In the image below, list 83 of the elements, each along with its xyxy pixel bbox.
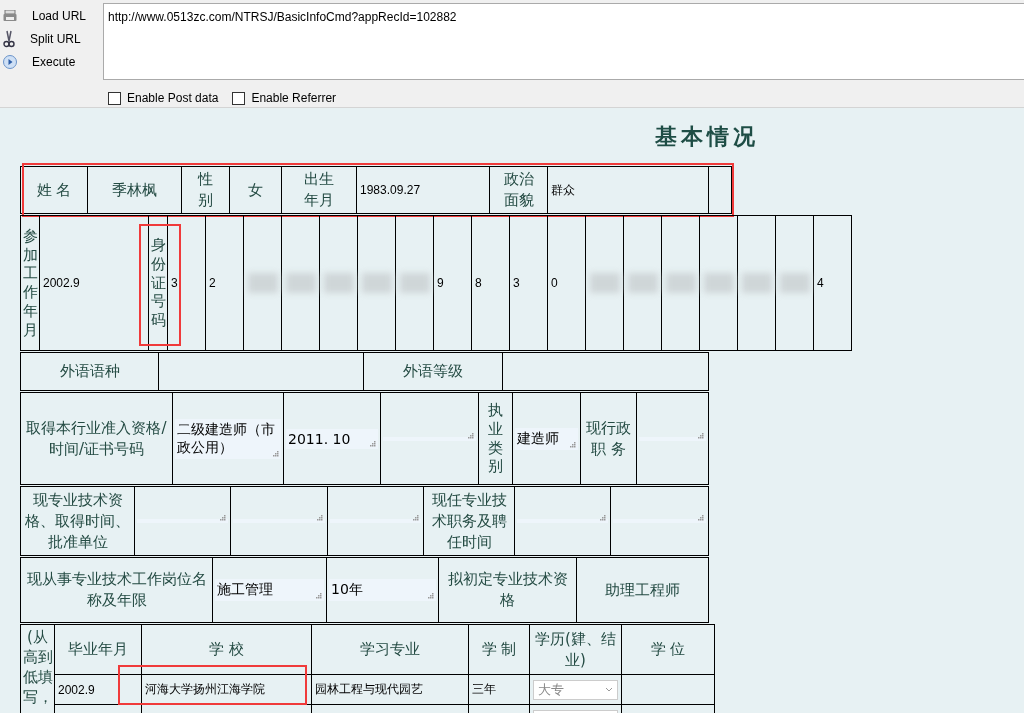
checkbox-label[interactable]: Enable Post data <box>127 91 219 105</box>
column-header: 毕业年月 <box>67 639 129 660</box>
form-label: 外语语种 <box>58 361 121 382</box>
column-header: 学历(肄、结业) <box>534 628 617 671</box>
text-area-field[interactable]: 建造师 <box>515 427 578 450</box>
resize-grip-icon[interactable] <box>316 514 323 521</box>
form-label: 现任专业技术职务及聘任时间 <box>430 489 508 553</box>
form-label: 季林枫 <box>111 179 158 201</box>
form-value: 园林工程与现代园艺 <box>314 681 424 698</box>
id-digit: 4 <box>816 276 825 290</box>
form-value: 三年 <box>471 681 497 698</box>
redaction-blur <box>323 273 354 293</box>
redaction-blur <box>665 273 696 293</box>
form-label: 姓 名 <box>35 179 73 201</box>
column-header: 学习专业 <box>359 639 421 660</box>
id-digit: 8 <box>474 276 483 290</box>
column-header: 学 制 <box>480 639 518 660</box>
page-title: 基本情况 <box>655 123 759 151</box>
resize-grip-icon[interactable] <box>467 431 474 439</box>
scissors-icon <box>3 30 15 48</box>
form-label: 现从事专业技术工作岗位名称及年限 <box>25 569 208 611</box>
id-digit: 3 <box>170 276 179 290</box>
text-area-field[interactable]: 10年 <box>329 579 436 601</box>
form-value: 1983.09.27 <box>359 183 422 197</box>
url-field[interactable]: http://www.0513zc.com/NTRSJ/BasicInfoCmd?appRecId=102882 <box>103 3 1024 80</box>
resize-grip-icon[interactable] <box>569 440 576 448</box>
checkbox-label[interactable]: Enable Referrer <box>251 91 337 105</box>
toolbar-button[interactable]: Load URL <box>0 6 87 26</box>
form-label: 现专业技术资格、取得时间、批准单位 <box>24 489 131 553</box>
redaction-blur <box>741 273 772 293</box>
id-digit: 9 <box>436 276 445 290</box>
form-label: 性别 <box>196 169 214 211</box>
form-label: 政治面貌 <box>502 169 535 211</box>
id-digit: 0 <box>550 276 559 290</box>
printer-icon <box>3 10 17 22</box>
redaction-blur <box>627 273 658 293</box>
column-header: 学 位 <box>649 639 687 660</box>
form-label: 女 <box>247 179 264 201</box>
toolbar-button[interactable]: Execute <box>0 52 76 72</box>
text-area-field[interactable]: 施工管理 <box>215 579 324 601</box>
resize-grip-icon[interactable] <box>272 449 279 457</box>
resize-grip-icon[interactable] <box>697 514 704 521</box>
text-area-field[interactable]: 2011. 10 <box>286 428 378 449</box>
resize-grip-icon[interactable] <box>599 514 606 521</box>
redaction-blur <box>399 273 430 293</box>
form-label: 出生年月 <box>303 169 335 211</box>
toolbar-button[interactable]: Split URL <box>0 29 81 49</box>
form-label: 外语等级 <box>402 361 464 382</box>
form-label: 助理工程师 <box>604 579 681 601</box>
form-value: 2002.9 <box>57 682 96 697</box>
redaction-blur <box>247 273 278 293</box>
chevron-down-icon <box>605 687 613 692</box>
text-area-field[interactable] <box>639 436 706 441</box>
form-label: 现行政职 务 <box>585 417 632 460</box>
column-header: 学 校 <box>208 639 245 660</box>
form-label: 取得本行业准入资格/时间/证书号码 <box>25 417 168 460</box>
id-digit: 2 <box>208 276 217 290</box>
redaction-blur <box>361 273 392 293</box>
id-digit: 3 <box>512 276 521 290</box>
resize-grip-icon[interactable] <box>369 439 376 447</box>
resize-grip-icon[interactable] <box>697 431 704 439</box>
form-label: (从高到低填写， <box>22 627 53 707</box>
dropdown-field[interactable]: 大专 <box>533 679 618 700</box>
checkbox[interactable] <box>108 91 121 105</box>
text-area-field[interactable] <box>383 436 476 441</box>
text-area-field[interactable]: 二级建造师（市政公用） <box>175 418 281 459</box>
redaction-blur <box>285 273 316 293</box>
play-icon <box>3 55 17 69</box>
checkbox[interactable] <box>232 91 246 105</box>
form-value: 群众 <box>550 181 576 199</box>
form-label: 参加工作年月 <box>22 226 38 340</box>
resize-grip-icon[interactable] <box>412 514 419 521</box>
resize-grip-icon[interactable] <box>219 514 226 521</box>
resize-grip-icon[interactable] <box>427 592 434 599</box>
resize-grip-icon[interactable] <box>315 592 322 599</box>
form-label: 执业类别 <box>488 401 503 476</box>
form-value: 2002.9 <box>42 276 81 290</box>
redaction-blur <box>779 273 810 293</box>
form-label: 拟初定专业技术资格 <box>446 569 569 611</box>
redaction-blur <box>703 273 734 293</box>
form-value: 河海大学扬州江海学院 <box>144 681 266 698</box>
form-label: 身份证号码 <box>150 236 166 330</box>
redaction-blur <box>589 273 620 293</box>
